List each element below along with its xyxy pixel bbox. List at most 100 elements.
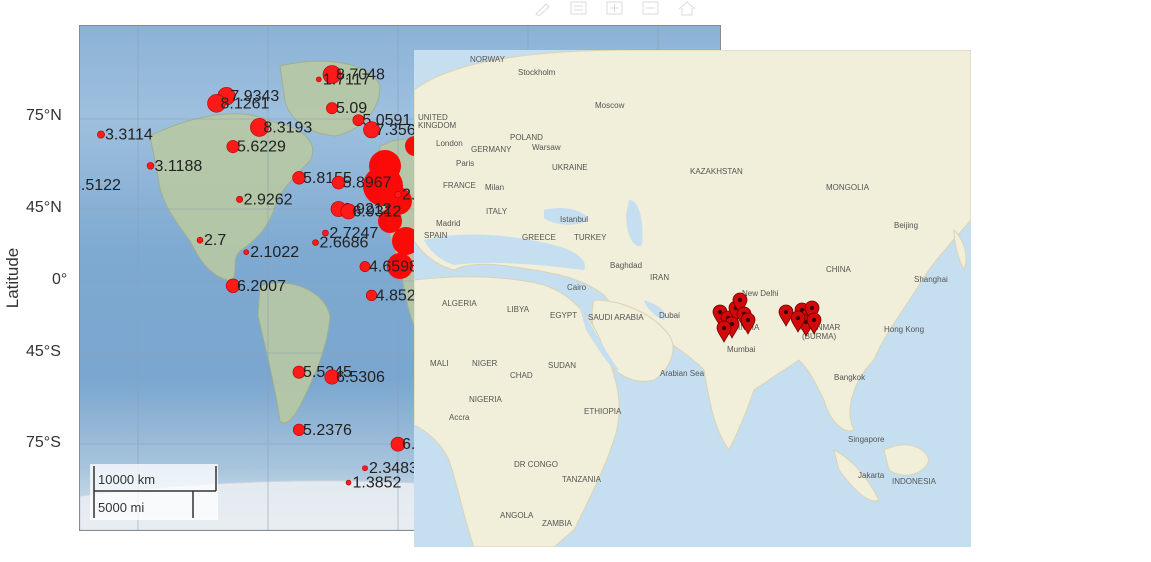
bubble-value-label: 1.3852 [353,475,402,492]
place-label: Warsaw [532,143,561,152]
place-label: FRANCE [443,181,476,190]
data-bubble[interactable] [196,236,204,244]
bubble-value-label: 2.1022 [250,244,299,261]
place-label: MALI [430,359,449,368]
map-pin-dot [783,309,789,315]
lat-tick-label: 45°N [26,199,62,216]
scale-bar: 10000 km 5000 mi [90,464,218,520]
place-label: GREECE [522,233,556,242]
asia-basemap[interactable]: NORWAY Stockholm Moscow UNITED KINGDOM London… [414,50,971,547]
place-label: KAZAKHSTAN [690,167,743,176]
bubble-value-label: 8.5122 [80,177,121,194]
place-label: ITALY [486,207,508,216]
bubble-value-label: 1.7117 [323,71,371,88]
place-label: SAUDI ARABIA [588,313,644,322]
data-bubble[interactable] [146,162,155,170]
place-label: ALGERIA [442,299,477,308]
place-label: ETHIOPIA [584,407,622,416]
place-label: KINGDOM [418,121,457,130]
zoom-out-icon[interactable] [640,0,662,16]
lat-tick-label: 75°N [26,107,62,124]
place-label: NIGERIA [469,395,503,404]
bubble-value-label: 6.2007 [237,278,286,295]
data-bubble[interactable] [97,130,105,139]
zoom-in-icon[interactable] [604,0,626,16]
place-label: Milan [485,183,504,192]
place-label: GERMANY [471,145,512,154]
asia-basemap-canvas: NORWAYStockholmMoscowUNITEDKINGDOMLondon… [414,50,971,547]
place-label: Shanghai [914,275,948,284]
bubble-value-label: 2.9262 [244,191,293,208]
place-label: TANZANIA [562,475,602,484]
place-label: London [436,139,463,148]
lat-tick-label: 75°S [26,434,61,451]
bubble-value-label: 6.9312 [353,203,402,220]
data-bubble[interactable] [236,195,244,203]
data-bubble[interactable] [345,479,352,486]
place-label: Jakarta [858,471,885,480]
japan-landmass [953,228,967,272]
data-bubble[interactable] [243,249,249,255]
place-label: Arabian Sea [660,369,705,378]
data-bubble[interactable] [394,191,402,199]
bubble-value-label: 5.6229 [237,139,286,156]
bubble-value-label: 8.3193 [263,119,312,136]
figure-toolbar [532,0,712,18]
place-label: Bangkok [834,373,866,382]
place-label: Dubai [659,311,680,320]
bubble-value-label: 2.7 [204,232,226,249]
place-label: NIGER [472,359,498,368]
map-pin-dot [809,305,815,311]
place-label: Mumbai [727,345,756,354]
map-pin-dot [795,315,801,321]
place-label: Cairo [567,283,587,292]
home-icon[interactable] [676,0,698,16]
brush-icon[interactable] [532,0,554,16]
place-label: CHINA [826,265,852,274]
bubble-value-label: 8.1261 [221,95,270,112]
latitude-axis-label: Latitude [3,247,22,309]
place-label: MONGOLIA [826,183,870,192]
bubble-value-label: 3.3114 [105,127,153,144]
place-label: ANGOLA [500,511,534,520]
scale-bar-km-label: 10000 km [98,472,155,487]
datatip-icon[interactable] [568,0,590,16]
place-label: Moscow [595,101,625,110]
place-label: Accra [449,413,470,422]
place-label: Istanbul [560,215,588,224]
place-label: NORWAY [470,55,506,64]
data-bubble[interactable] [362,465,368,472]
map-pin-dot [721,325,727,331]
lat-tick-label: 45°S [26,343,61,360]
place-label: New Delhi [742,289,779,298]
bubble-value-label: 5.8967 [343,175,392,192]
bubble-value-label: 2.6686 [320,235,369,252]
place-label: LIBYA [507,305,530,314]
bubble-value-label: 4.6598 [369,259,418,276]
map-pin-dot [737,297,743,303]
bubble-value-label: 3.1188 [155,158,203,175]
place-label: CHAD [510,371,533,380]
bubble-value-label: 6.5306 [336,369,385,386]
place-label: Stockholm [518,68,556,77]
place-label: Madrid [436,219,460,228]
place-label: ZAMBIA [542,519,572,528]
place-label: Singapore [848,435,885,444]
place-label: Hong Kong [884,325,924,334]
scale-bar-mi-label: 5000 mi [98,500,144,515]
data-bubble[interactable] [312,239,319,246]
place-label: SPAIN [424,231,448,240]
map-pin-dot [717,309,723,315]
lat-tick-label: 0° [52,271,68,288]
place-label: IRAN [650,273,669,282]
place-label: UKRAINE [552,163,588,172]
place-label: Beijing [894,221,918,230]
bubble-value-label: 5.2376 [303,422,352,439]
place-label: Paris [456,159,474,168]
map-pin-dot [745,317,751,323]
data-bubble[interactable] [316,76,322,83]
place-label: SUDAN [548,361,576,370]
borneo-landmass [883,444,930,476]
place-label: EGYPT [550,311,577,320]
place-label: TURKEY [574,233,607,242]
